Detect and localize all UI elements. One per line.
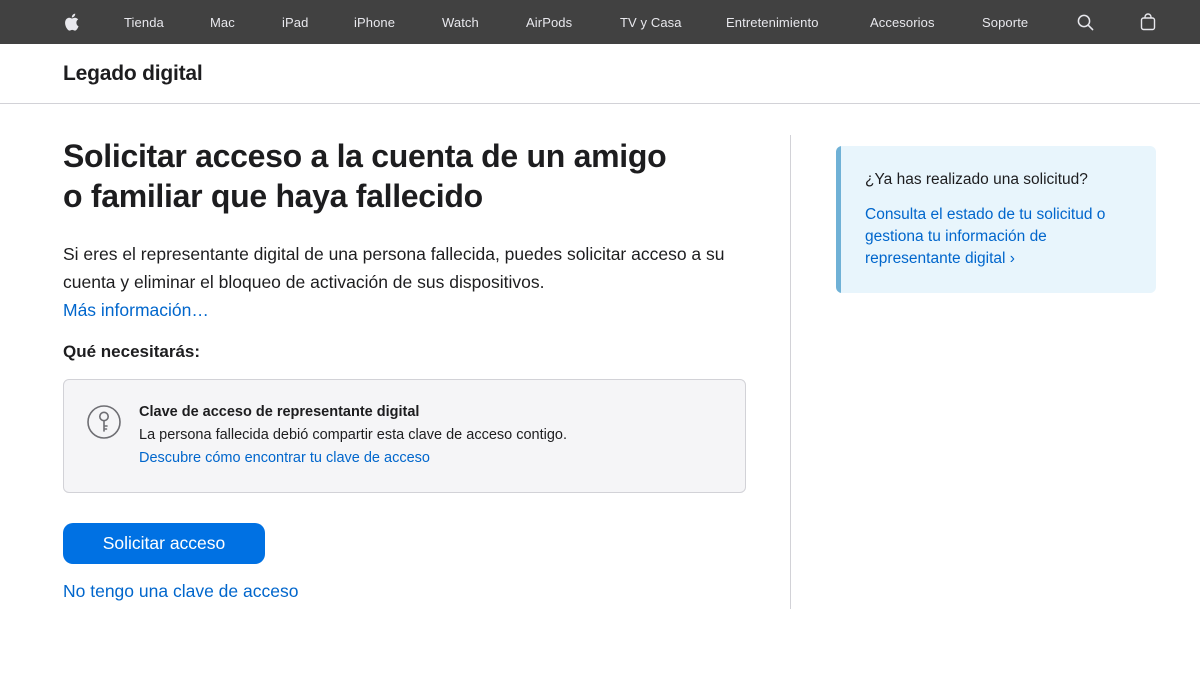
main-content: Solicitar acceso a la cuenta de un amigo… [63,136,753,602]
status-card: ¿Ya has realizado una solicitud? Consult… [836,146,1156,293]
requirement-description: La persona fallecida debió compartir est… [139,427,568,443]
nav-item-ipad[interactable]: iPad [282,0,308,44]
nav-item-accesorios[interactable]: Accesorios [870,0,935,44]
requirement-title: Clave de acceso de representante digital [139,404,420,420]
nav-item-mac[interactable]: Mac [210,0,235,44]
apple-logo-icon[interactable] [64,0,79,44]
page-title-line-2: o familiar que haya fallecido [63,178,483,214]
requirements-heading: Qué necesitarás: [63,342,201,361]
nav-item-airpods[interactable]: AirPods [526,0,572,44]
nav-item-entretenimiento[interactable]: Entretenimiento [726,0,819,44]
more-info-link[interactable]: Más información… [63,296,753,324]
nav-item-iphone[interactable]: iPhone [354,0,395,44]
nav-item-tv-y-casa[interactable]: TV y Casa [620,0,682,44]
local-nav: Legado digital [0,44,1200,104]
shopping-bag-icon[interactable] [1140,0,1156,44]
localnav-title[interactable]: Legado digital [63,62,203,86]
page-title: Solicitar acceso a la cuenta de un amigo… [63,136,743,216]
nav-item-watch[interactable]: Watch [442,0,479,44]
search-icon[interactable] [1077,0,1094,44]
intro-text: Si eres el representante digital de una … [63,244,725,292]
key-icon [86,404,122,440]
request-access-button[interactable]: Solicitar acceso [63,523,265,564]
status-card-question: ¿Ya has realizado una solicitud? [865,171,1088,188]
global-nav: Tienda Mac iPad iPhone Watch AirPods TV … [0,0,1200,44]
status-card-accent [836,146,841,293]
column-divider [790,135,791,609]
check-status-link[interactable]: Consulta el estado de tu solicitud o ges… [865,204,1135,270]
find-passkey-link[interactable]: Descubre cómo encontrar tu clave de acce… [139,450,430,466]
no-passkey-link[interactable]: No tengo una clave de acceso [63,581,753,602]
requirement-card: Clave de acceso de representante digital… [63,379,746,493]
nav-item-tienda[interactable]: Tienda [124,0,164,44]
nav-item-soporte[interactable]: Soporte [982,0,1028,44]
page-title-line-1: Solicitar acceso a la cuenta de un amigo [63,138,667,174]
